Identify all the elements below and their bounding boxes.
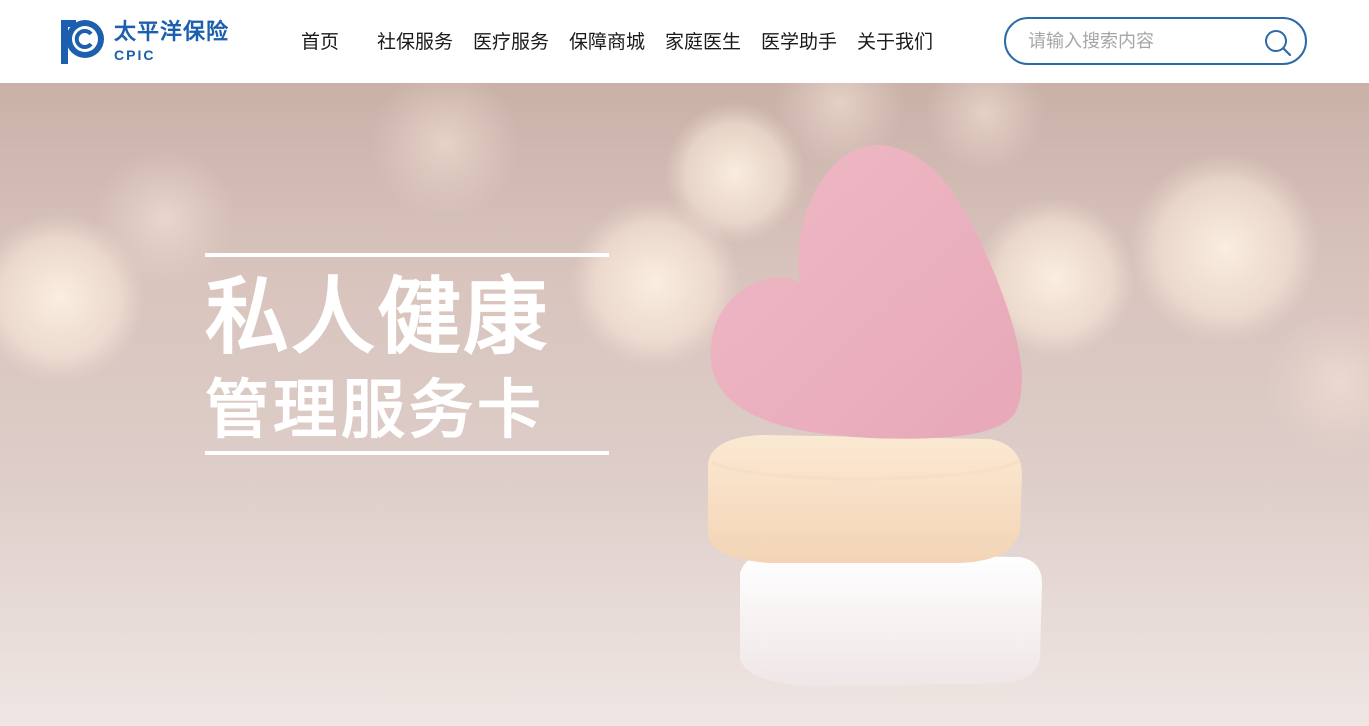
hero-title-line2: 管理服务卡 [205,374,545,448]
cpic-logo[interactable]: 太平洋保险 CPIC [58,16,258,68]
hero-title-line1: 私人健康 [205,268,550,366]
search-icon[interactable] [1263,28,1293,58]
cpic-logo-icon [61,20,104,64]
nav-item-insurance-mall[interactable]: 保障商城 [569,27,645,54]
nav-item-medical-services[interactable]: 医疗服务 [473,27,549,54]
brand-name-cn: 太平洋保险 [114,20,230,45]
hero-title-top-rule [205,253,609,257]
search-box [1004,17,1307,65]
hero-banner[interactable]: 私人健康 管理服务卡 [0,83,1369,726]
nav-item-social-insurance[interactable]: 社保服务 [377,27,453,54]
nav-item-family-doctor[interactable]: 家庭医生 [665,27,741,54]
hero-title-bottom-rule [205,451,609,455]
nav-item-medical-assistant[interactable]: 医学助手 [761,27,837,54]
hero-title: 私人健康 管理服务卡 [205,253,609,455]
search-input[interactable] [1028,28,1253,54]
nav-item-home[interactable]: 首页 [301,27,339,54]
site-header: 太平洋保险 CPIC 首页 社保服务 医疗服务 保障商城 家庭医生 医学助手 关… [0,0,1369,83]
nav-item-about-us[interactable]: 关于我们 [857,27,933,54]
brand-name-en: CPIC [114,47,156,63]
